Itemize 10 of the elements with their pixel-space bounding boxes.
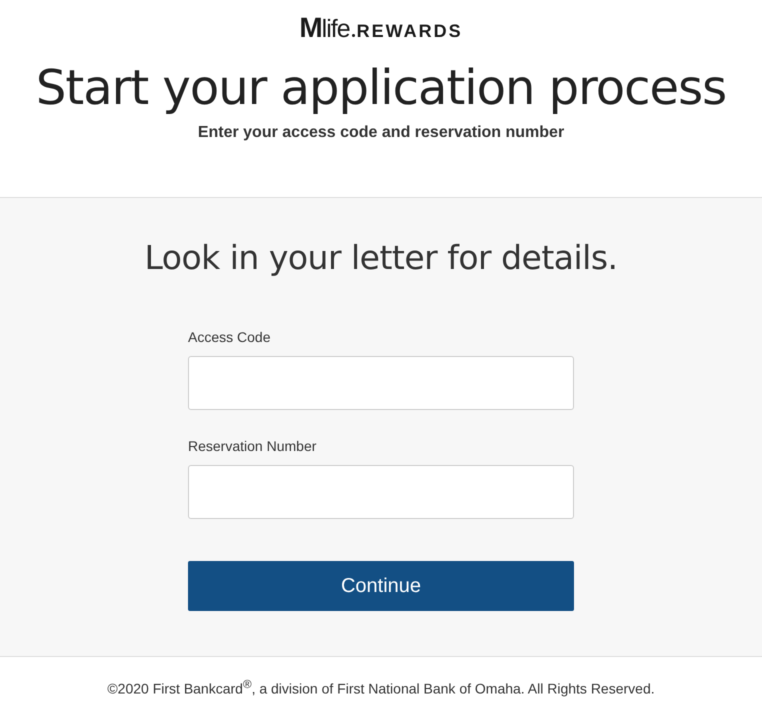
field-label: Access Code <box>188 329 272 345</box>
field-label: Reservation Number <box>188 438 318 454</box>
form-heading: Look in your letter for details. <box>144 238 618 277</box>
logo: Mlife REWARDS <box>299 14 463 42</box>
page-title: Start your application process <box>36 64 726 112</box>
page-subtitle: Enter your access code and reservation number <box>198 124 564 142</box>
input-field[interactable] <box>188 465 574 519</box>
input-field[interactable] <box>188 356 574 410</box>
continue-button[interactable]: Continue <box>188 561 574 611</box>
copyright-text: ©2020 First Bankcard$^{®}$, a division of First National Bank of Omaha. All Rights Reserved. <box>107 678 655 697</box>
